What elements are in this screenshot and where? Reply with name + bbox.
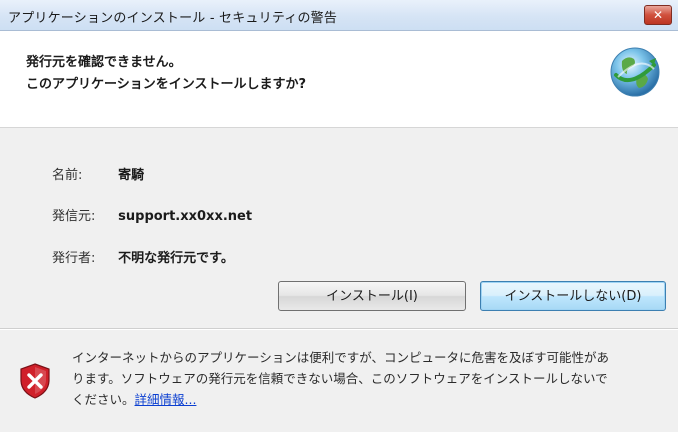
close-button[interactable]: ✕	[644, 5, 672, 25]
publisher-value: 不明な発行元です。	[118, 251, 234, 266]
name-row: 名前: 寄騎	[52, 164, 144, 184]
name-label: 名前:	[52, 168, 83, 183]
warning-text-line3: ください。詳細情報...	[72, 389, 672, 410]
dialog-header: 発行元を確認できません。 このアプリケーションをインストールしますか?	[0, 31, 678, 128]
warning-text-line3-prefix: ください。	[72, 392, 135, 407]
shield-warning-icon	[20, 363, 50, 399]
window-title: アプリケーションのインストール - セキュリティの警告	[8, 11, 338, 26]
source-label: 発信元:	[52, 209, 96, 224]
warning-text-line2: ります。ソフトウェアの発行元を信頼できない場合、このソフトウェアをインストールし…	[72, 371, 608, 386]
warning-text: インターネットからのアプリケーションは便利ですが、コンピュータに危害を及ぼす可能…	[72, 347, 672, 410]
globe-icon	[610, 47, 660, 97]
warning-text-line1: インターネットからのアプリケーションは便利ですが、コンピュータに危害を及ぼす可能…	[72, 350, 610, 365]
source-row: 発信元: support.xx0xx.net	[52, 205, 252, 225]
warning-footer: インターネットからのアプリケーションは便利ですが、コンピュータに危害を及ぼす可能…	[0, 328, 678, 432]
source-value: support.xx0xx.net	[118, 209, 253, 224]
header-message-line2: このアプリケーションをインストールしますか?	[26, 77, 307, 92]
title-bar[interactable]: アプリケーションのインストール - セキュリティの警告 ✕	[0, 0, 678, 31]
security-warning-dialog: アプリケーションのインストール - セキュリティの警告 ✕ 発行元を確認できませ…	[0, 0, 678, 432]
publisher-row: 発行者: 不明な発行元です。	[52, 247, 234, 267]
header-message-line1: 発行元を確認できません。	[26, 55, 182, 70]
dont-install-button[interactable]: インストールしない(D)	[480, 281, 666, 311]
install-button[interactable]: インストール(I)	[278, 281, 466, 311]
name-value: 寄騎	[118, 168, 145, 183]
more-info-link[interactable]: 詳細情報...	[135, 392, 197, 407]
detail-area: 名前: 寄騎 発信元: support.xx0xx.net 発行者: 不明な発行…	[0, 128, 678, 328]
publisher-label: 発行者:	[52, 251, 96, 266]
